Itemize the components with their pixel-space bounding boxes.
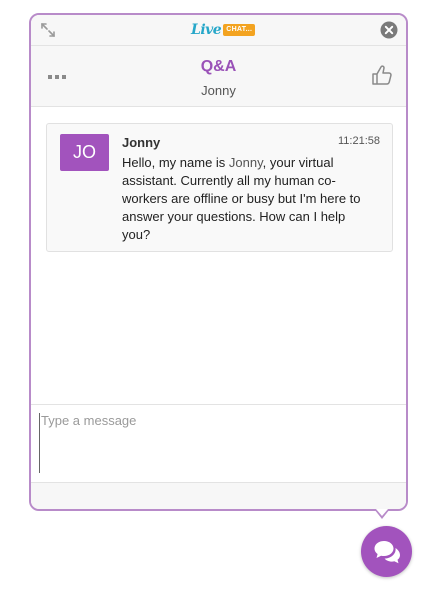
chat-widget: Live CHAT... Q&A Jonny JO Jonny 11:21:58: [29, 13, 408, 511]
thumbs-up-icon[interactable]: [370, 63, 394, 87]
agent-name: Jonny: [201, 83, 236, 98]
chat-title: Q&A: [200, 58, 237, 75]
top-bar: Live CHAT...: [31, 15, 406, 46]
logo-live-text: Live: [191, 22, 222, 38]
chat-bubbles-icon: [374, 541, 400, 564]
live-chat-logo: Live CHAT...: [191, 21, 256, 39]
message-sender: Jonny: [122, 135, 161, 150]
message-text-before: Hello, my name is: [122, 155, 229, 170]
message-bubble: JO Jonny 11:21:58 Hello, my name is Jonn…: [46, 123, 393, 252]
message-text-name: Jonny: [228, 155, 263, 170]
message-input-area: [31, 404, 406, 485]
expand-icon[interactable]: [39, 21, 57, 39]
message-text: Hello, my name is Jonny, your virtual as…: [122, 154, 377, 244]
avatar: JO: [60, 134, 109, 171]
message-input[interactable]: [39, 413, 391, 473]
widget-footer: [31, 482, 406, 509]
message-time: 11:21:58: [337, 135, 380, 147]
close-icon[interactable]: [380, 21, 398, 39]
chat-launcher-button[interactable]: [361, 526, 412, 577]
widget-pointer-inner: [376, 509, 388, 516]
logo-chat-badge: CHAT...: [223, 24, 256, 36]
message-list: JO Jonny 11:21:58 Hello, my name is Jonn…: [31, 107, 406, 403]
chat-header: Q&A Jonny: [31, 46, 406, 107]
